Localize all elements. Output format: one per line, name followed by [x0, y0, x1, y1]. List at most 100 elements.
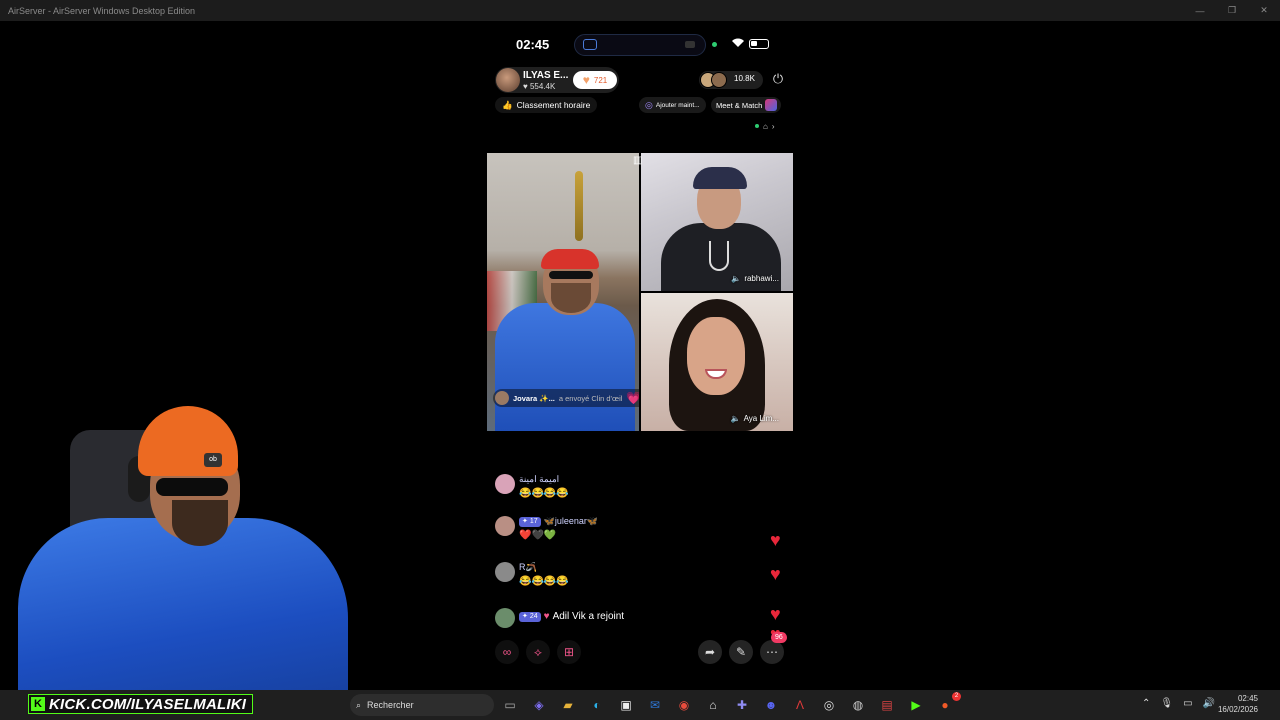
gift-notification-banner: Jovara ✨... a envoyé Clin d'œil 💗 × 1 [493, 389, 639, 407]
floating-heart-icon: ♥ [770, 604, 781, 624]
chat-username-row: ✦ 17 🦋juleenar🦋 [519, 516, 598, 527]
guest-label: 🔈 rabhawi... [731, 274, 779, 283]
battery-icon [749, 39, 769, 49]
guest-tile-2[interactable]: 🔈 rabhawi... [641, 153, 793, 291]
fan-level-value: 17 [529, 517, 538, 525]
match-battle-icon[interactable]: ⟡ [526, 640, 550, 664]
viewer-avatar [711, 72, 727, 88]
host-likes: ♥ 554.4K [523, 82, 555, 91]
add-circle-icon: ◎ [645, 99, 653, 110]
file-explorer-icon[interactable]: ▰ [558, 695, 578, 715]
adobe-icon[interactable]: Λ [790, 695, 810, 715]
diamond-icon: ✦ [522, 517, 528, 525]
discord-icon[interactable]: ☻ [761, 695, 781, 715]
chat-message[interactable]: R🪃 😂😂😂😂 [495, 562, 735, 592]
microphone-icon[interactable]: 🎙 [1160, 698, 1173, 709]
tv-icon[interactable]: ⌂ [703, 695, 723, 715]
chat-avatar [495, 474, 515, 494]
mirrored-phone-screen: 02:45 ILYAS E... ♥ 554.4K ♥ 721 10.8K ⏻ [487, 26, 793, 676]
link-guests-icon[interactable]: ∞ [495, 640, 519, 664]
dynamic-island[interactable] [574, 34, 706, 56]
chevron-right-icon[interactable]: › [772, 122, 775, 131]
ranking-label: Classement horaire [516, 100, 591, 110]
chain-necklace [709, 241, 729, 271]
camera-icon [685, 41, 695, 48]
chrome-icon[interactable]: ◉ [674, 695, 694, 715]
close-button[interactable]: ✕ [1248, 0, 1280, 21]
meet-and-match-pill[interactable]: Meet & Match [711, 97, 782, 113]
add-now-pill[interactable]: ◎ Ajouter maint... [639, 97, 706, 113]
fan-level-value: 24 [529, 612, 538, 620]
live-chat: اميمة امينة 😂😂😂😂 ✦ 17 🦋juleenar🦋 ❤️🖤💚 R🪃 [495, 472, 787, 644]
magic-wand-icon[interactable]: ✎ [729, 640, 753, 664]
chat-text: 😂😂😂😂 [519, 488, 569, 499]
network-icon[interactable]: ▭ [1183, 698, 1192, 709]
floating-heart-icon: ♥ [770, 564, 781, 584]
phone-clock: 02:45 [516, 37, 550, 52]
streamer-sunglasses [156, 478, 228, 496]
apps-grid-icon[interactable]: ⊞ [557, 640, 581, 664]
heart-icon: ♥ [523, 82, 528, 91]
beanie-logo: ob [204, 453, 222, 467]
add-now-label: Ajouter maint... [655, 101, 700, 109]
gamepad-icon[interactable]: ✚ [732, 695, 752, 715]
viewer-list-pill[interactable]: 10.8K [699, 71, 763, 89]
app-notification-badge: 2 [952, 692, 961, 701]
end-live-power-icon[interactable]: ⏻ [770, 71, 786, 87]
chevron-up-icon[interactable]: ⌃ [1142, 698, 1150, 709]
edge-icon[interactable]: ◐ [587, 695, 607, 715]
audio-levels-icon[interactable]: ▥ [633, 155, 642, 166]
viewer-count: 10.8K [734, 74, 755, 83]
volume-icon[interactable]: 🔊 [1203, 698, 1215, 709]
taskbar-search[interactable]: ⌕ Rechercher [350, 694, 494, 716]
lamp [575, 171, 583, 241]
chat-avatar [495, 608, 515, 628]
webcam-overlay: ob [0, 400, 348, 708]
thumbs-up-icon: 👍 [502, 99, 513, 110]
store-icon[interactable]: ▣ [616, 695, 636, 715]
host-avatar[interactable] [496, 68, 520, 92]
home-icon[interactable]: ⌂ [763, 122, 768, 131]
more-options-icon[interactable]: ⋯ [760, 640, 784, 664]
guest-tile-3[interactable]: 🔈 Aya Lim... [641, 293, 793, 431]
gift-sender-avatar [495, 391, 509, 405]
guest-name: rabhawi... [744, 274, 779, 283]
red-cap [541, 249, 599, 269]
guest-face [687, 317, 745, 395]
live-action-bar: ∞ ⟡ ⊞ ➦ ✎ ⋯ 96 [495, 632, 787, 666]
gift-sender: Jovara ✨... [513, 393, 555, 403]
chat-message[interactable]: اميمة امينة 😂😂😂😂 [495, 474, 735, 504]
app-icon[interactable]: ◍ [848, 695, 868, 715]
copilot-icon[interactable]: ◈ [529, 695, 549, 715]
gift-counter-pill[interactable]: ♥ 721 [573, 71, 617, 89]
minimize-button[interactable]: — [1184, 0, 1216, 21]
camera-indicator-dot [712, 42, 717, 47]
window-controls: — ❐ ✕ [1184, 0, 1280, 21]
speaker-icon: 🔈 [730, 414, 741, 423]
gift-text: a envoyé Clin d'œil [558, 393, 623, 403]
guest-tile-host[interactable]: Jovara ✨... a envoyé Clin d'œil 💗 × 1 [487, 153, 639, 431]
mini-controls[interactable]: ⌂ › [755, 120, 791, 132]
taskbar-date: 16/02/2026 [1217, 705, 1258, 714]
hourly-ranking-pill[interactable]: 👍 Classement horaire [495, 97, 598, 113]
guest-name: Aya Lim... [743, 414, 779, 423]
overlay-app-icon[interactable]: ▤ [877, 695, 897, 715]
taskbar-clock[interactable]: 02:45 16/02/2026 [1218, 693, 1258, 715]
join-row: ✦ 24 ♥ Adil Vik a rejoint [519, 611, 624, 622]
share-icon[interactable]: ➦ [698, 640, 722, 664]
fan-level-badge: ✦ 24 [519, 611, 541, 622]
chat-message[interactable]: ✦ 17 🦋juleenar🦋 ❤️🖤💚 [495, 516, 735, 546]
outlook-icon[interactable]: ✉ [645, 695, 665, 715]
chat-username: R🪃 [519, 562, 537, 572]
multi-guest-grid: Jovara ✨... a envoyé Clin d'œil 💗 × 1 🔈 … [487, 153, 793, 431]
join-notice[interactable]: ✦ 24 ♥ Adil Vik a rejoint [495, 608, 735, 628]
guest-figure [495, 303, 635, 431]
obs-icon[interactable]: ◎ [819, 695, 839, 715]
maximize-button[interactable]: ❐ [1216, 0, 1248, 21]
notification-badge: 96 [771, 632, 787, 643]
meet-match-icon [765, 99, 778, 111]
task-view-icon[interactable]: ▭ [500, 695, 520, 715]
chat-avatar [495, 516, 515, 536]
guest-label: 🔈 Aya Lim... [731, 414, 779, 423]
kick-app-icon[interactable]: ▶ [906, 695, 926, 715]
